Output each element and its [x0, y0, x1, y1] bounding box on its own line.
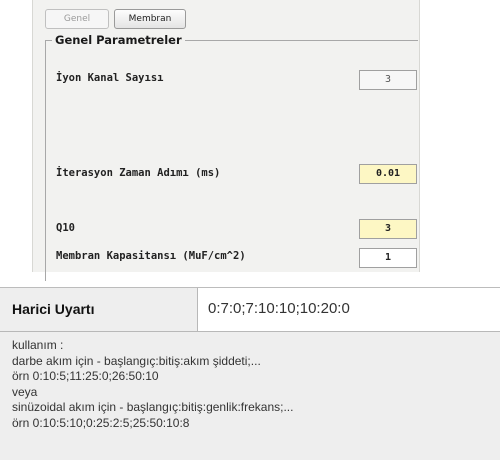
help-line: darbe akım için - başlangıç:bitiş:akım ş… [12, 353, 261, 368]
tab-genel[interactable]: Genel [45, 9, 109, 29]
help-line: sinüzoidal akım için - başlangıç:bitiş:g… [12, 400, 294, 414]
help-line: veya [12, 384, 38, 399]
external-stimulus-label-cell: Harici Uyartı [0, 288, 198, 332]
membrane-capacitance-input[interactable]: 1 [359, 248, 417, 268]
iteration-time-step-label: İterasyon Zaman Adımı (ms) [56, 167, 221, 179]
tab-membran[interactable]: Membran [114, 9, 186, 29]
ion-channel-count-label: İyon Kanal Sayısı [56, 72, 164, 84]
iteration-time-step-input[interactable]: 0.01 [359, 164, 417, 184]
help-line: kullanım : [12, 338, 64, 352]
q10-input[interactable]: 3 [359, 219, 417, 239]
membrane-capacitance-label: Membran Kapasitansı (MuF/cm^2) [56, 250, 246, 262]
ion-channel-count-field: 3 [359, 70, 417, 90]
help-line: örn 0:10:5;11:25:0;26:50:10 [12, 369, 159, 383]
q10-label: Q10 [56, 222, 75, 234]
parameters-panel: Genel Membran Genel Parametreler İyon Ka… [32, 0, 420, 281]
external-stimulus-section: Harici Uyartı 0:7:0;7:10:10;10:20:0 kull… [0, 287, 500, 460]
external-stimulus-label: Harici Uyartı [12, 301, 95, 317]
external-stimulus-input[interactable]: 0:7:0;7:10:10;10:20:0 [198, 288, 500, 332]
group-title: Genel Parametreler [52, 33, 185, 47]
help-line: örn 0:10:5:10;0:25:2:5;25:50:10:8 [12, 415, 190, 430]
usage-help-text: kullanım : darbe akım için - başlangıç:b… [12, 338, 492, 431]
